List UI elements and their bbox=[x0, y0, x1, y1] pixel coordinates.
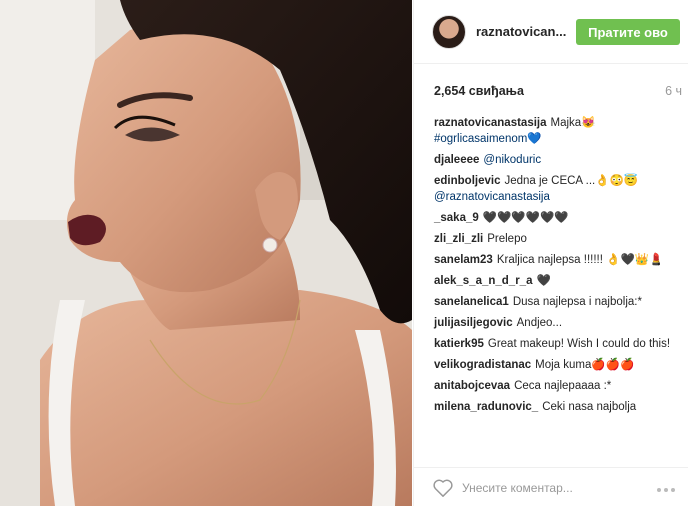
comment-item: edinboljevic Jedna je CECA ...👌😳😇 @raznat… bbox=[434, 173, 674, 205]
comment-text: 🖤 bbox=[536, 275, 551, 287]
comment-mention[interactable]: @nikoduric bbox=[483, 154, 541, 166]
comment-item: sanelam23 Kraljica najlepsa !!!!!! 👌🖤👑💄 bbox=[434, 252, 674, 268]
comment-mention[interactable]: @raznatovicanastasija bbox=[434, 191, 550, 203]
comment-username[interactable]: edinboljevic bbox=[434, 175, 500, 187]
comment-username[interactable]: katierk95 bbox=[434, 338, 484, 350]
comment-item: milena_radunovic_ Ceki nasa najbolja bbox=[434, 399, 674, 415]
post-sidebar: raznatovican... Пратите ово 2,654 свиђањ… bbox=[413, 0, 688, 506]
comment-item: julijasiljegovic Andjeo... bbox=[434, 315, 674, 331]
comment-item: raznatovicanastasija Majka😻 #ogrlicasaime… bbox=[434, 115, 674, 147]
comment-text: Prelepo bbox=[487, 233, 527, 245]
follow-button[interactable]: Пратите ово bbox=[576, 19, 680, 45]
comment-username[interactable]: velikogradistanac bbox=[434, 359, 531, 371]
comment-input[interactable] bbox=[462, 477, 622, 499]
comment-text: Moja kuma🍎🍎🍎 bbox=[535, 359, 635, 371]
comment-username[interactable]: zli_zli_zli bbox=[434, 233, 483, 245]
comment-username[interactable]: anitabojcevaa bbox=[434, 380, 510, 392]
comment-username[interactable]: djaleeee bbox=[434, 154, 479, 166]
comment-text: Andjeo... bbox=[516, 317, 563, 329]
comment-text: Great makeup! Wish I could do this! bbox=[487, 338, 671, 350]
comment-footer bbox=[414, 467, 688, 506]
comment-text: Ceki nasa najbolja bbox=[542, 401, 637, 413]
comment-username[interactable]: raznatovicanastasija bbox=[434, 117, 547, 129]
comment-item: velikogradistanac Moja kuma🍎🍎🍎 bbox=[434, 357, 674, 373]
comment-username[interactable]: julijasiljegovic bbox=[434, 317, 513, 329]
comment-item: alek_s_a_n_d_r_a 🖤 bbox=[434, 273, 674, 289]
comment-item: _saka_9 🖤🖤🖤🖤🖤🖤 bbox=[434, 210, 674, 226]
comment-text: Dusa najlepsa i najbolja:* bbox=[512, 296, 642, 308]
comment-list: raznatovicanastasija Majka😻 #ogrlicasaime… bbox=[434, 115, 674, 420]
post-stats: 2,654 свиђања 6 ч bbox=[434, 84, 682, 102]
comment-item: anitabojcevaa Ceca najlepaaaa :* bbox=[434, 378, 674, 394]
comment-text: Kraljica najlepsa !!!!!! 👌🖤👑💄 bbox=[496, 254, 664, 266]
comment-text: Ceca najlepaaaa :* bbox=[514, 380, 612, 392]
comment-text: Jedna je CECA ...👌😳😇 bbox=[504, 175, 639, 187]
post-photo[interactable] bbox=[0, 0, 412, 506]
comment-username[interactable]: _saka_9 bbox=[434, 212, 479, 224]
portrait-image bbox=[0, 0, 412, 506]
heart-outline-icon[interactable] bbox=[432, 478, 454, 498]
more-options-icon[interactable] bbox=[657, 481, 679, 493]
comment-item: katierk95 Great makeup! Wish I could do t… bbox=[434, 336, 674, 352]
comment-item: djaleeee @nikoduric bbox=[434, 152, 674, 168]
author-username[interactable]: raznatovican... bbox=[476, 24, 576, 39]
comment-username[interactable]: alek_s_a_n_d_r_a bbox=[434, 275, 532, 287]
comment-text: 🖤🖤🖤🖤🖤🖤 bbox=[482, 212, 569, 224]
post-header: raznatovican... Пратите ово bbox=[414, 0, 688, 64]
comment-item: zli_zli_zli Prelepo bbox=[434, 231, 674, 247]
comment-item: sanelanelica1 Dusa najlepsa i najbolja:* bbox=[434, 294, 674, 310]
comment-username[interactable]: sanelam23 bbox=[434, 254, 493, 266]
post-timestamp: 6 ч bbox=[665, 84, 682, 98]
comment-text: Majka😻 bbox=[550, 117, 596, 129]
like-count[interactable]: 2,654 свиђања bbox=[434, 84, 524, 98]
comment-username[interactable]: milena_radunovic_ bbox=[434, 401, 538, 413]
comment-username[interactable]: sanelanelica1 bbox=[434, 296, 509, 308]
avatar[interactable] bbox=[432, 15, 466, 49]
comment-hashtag[interactable]: #ogrlicasaimenom💙 bbox=[434, 133, 542, 145]
